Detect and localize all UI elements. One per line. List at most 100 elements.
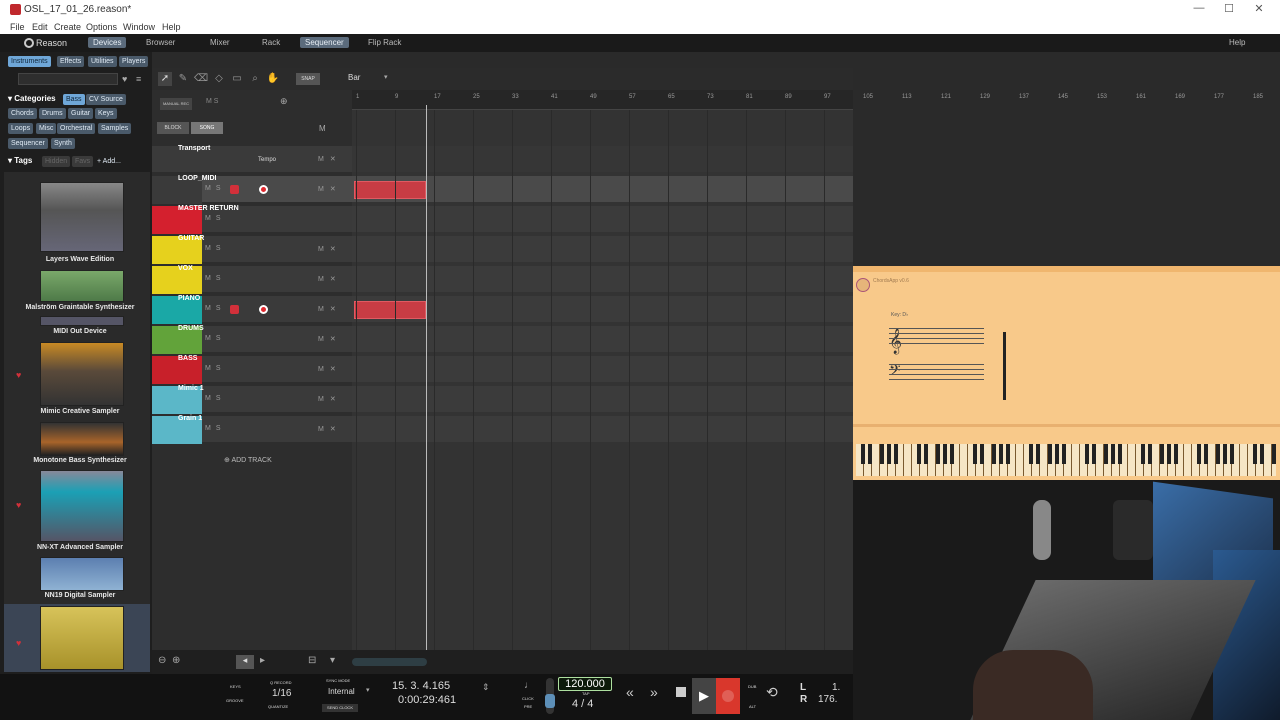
pill-chords[interactable]: Chords	[8, 108, 37, 119]
menu-options[interactable]: Options	[86, 22, 117, 32]
magnify-tool-icon[interactable]: ⌕	[248, 72, 262, 86]
pill-guitar[interactable]: Guitar	[68, 108, 94, 119]
pill-synth[interactable]: Synth	[51, 138, 75, 149]
mute-solo[interactable]: MS	[205, 395, 226, 402]
stop-icon[interactable]	[676, 687, 686, 697]
midi-clip[interactable]	[354, 301, 426, 319]
tab-devices[interactable]: Devices	[88, 37, 127, 48]
loop-view-icon[interactable]: ⊟	[308, 655, 316, 666]
tab-instruments[interactable]: Instruments	[8, 56, 51, 67]
favorite-heart-icon[interactable]: ♥	[16, 638, 21, 648]
loop-right-value[interactable]: 176.	[818, 694, 837, 705]
device-thumbnail-midi-out[interactable]	[40, 316, 124, 326]
song-toggle[interactable]: SONG	[191, 122, 223, 134]
tab-effects[interactable]: Effects	[57, 56, 85, 67]
play-icon[interactable]: ▶	[692, 678, 716, 714]
track-transport[interactable]: Transport Tempo M✕	[152, 145, 352, 174]
tab-browser[interactable]: Browser	[141, 37, 180, 48]
fast-forward-icon[interactable]: »	[650, 684, 658, 700]
track-mute-remove[interactable]: M✕	[318, 305, 342, 313]
add-track-icon[interactable]: ⊕	[280, 96, 288, 107]
rewind-icon[interactable]: «	[626, 684, 634, 700]
track-mute-remove[interactable]: M✕	[318, 425, 342, 433]
tempo-display[interactable]: 120.000	[558, 677, 612, 691]
click-level-knob[interactable]	[545, 694, 555, 708]
time-signature[interactable]: 4 / 4	[572, 698, 593, 710]
device-thumbnail-layers[interactable]	[40, 182, 124, 252]
pencil-tool-icon[interactable]: ✎	[176, 72, 190, 86]
menu-window[interactable]: Window	[123, 22, 155, 32]
mute-solo[interactable]: MS	[205, 245, 226, 252]
help-link[interactable]: Help	[1224, 37, 1250, 48]
device-thumbnail-mimic[interactable]	[40, 342, 124, 406]
tab-rack[interactable]: Rack	[257, 37, 285, 48]
track-mute-remove[interactable]: M✕	[318, 185, 342, 193]
mute-solo[interactable]: MS	[205, 305, 226, 312]
add-tag-button[interactable]: + Add...	[94, 156, 124, 167]
loop-icon[interactable]: ⟲	[766, 684, 778, 701]
track-bass[interactable]: BASS MS M✕	[152, 355, 352, 384]
record-enable-icon[interactable]	[230, 305, 239, 314]
filter-icon[interactable]: ▾	[330, 655, 335, 666]
block-toggle[interactable]: BLOCK	[157, 122, 189, 134]
device-thumbnail-monotone[interactable]	[40, 422, 124, 456]
arrow-tool-icon[interactable]: ➚	[158, 72, 172, 86]
track-mimic-1[interactable]: Mimic 1 MS M✕	[152, 385, 352, 414]
sync-mode-select[interactable]: Internal	[328, 687, 355, 696]
timeline-ruler[interactable]: 1 9 17 25 33 41 49 57 65 73 81 89 97 105 113 121 129 137 1…	[352, 90, 1263, 110]
stepper-icon[interactable]: ⇕	[482, 682, 490, 693]
tab-utilities[interactable]: Utilities	[88, 56, 117, 67]
track-piano[interactable]: PIANO MS M✕	[152, 295, 352, 324]
menu-file[interactable]: File	[10, 22, 25, 32]
pill-keys[interactable]: Keys	[95, 108, 117, 119]
pill-sequencer[interactable]: Sequencer	[8, 138, 48, 149]
arrow-left-icon[interactable]: ◂	[236, 655, 254, 669]
track-mute-remove[interactable]: M✕	[318, 395, 342, 403]
track-mute-remove[interactable]: M✕	[318, 275, 342, 283]
favorite-heart-icon[interactable]: ♥	[16, 370, 21, 380]
track-mute-remove[interactable]: M✕	[318, 365, 342, 373]
record-button[interactable]	[716, 678, 740, 714]
snap-value-select[interactable]: Bar	[348, 73, 360, 82]
razor-tool-icon[interactable]: ◇	[212, 72, 226, 86]
close-button[interactable]: ✕	[1244, 2, 1274, 18]
favorite-heart-icon[interactable]: ♥	[122, 74, 127, 84]
master-mute[interactable]: M	[319, 124, 326, 133]
mute-solo[interactable]: MS	[205, 185, 226, 192]
pill-loops[interactable]: Loops	[8, 123, 34, 134]
song-time[interactable]: 0:00:29:461	[398, 694, 456, 706]
manual-rec-button[interactable]: MANUAL REC	[160, 98, 192, 110]
track-drums[interactable]: DRUMS MS M✕	[152, 325, 352, 354]
pill-hidden[interactable]: Hidden	[42, 156, 71, 167]
track-mute-remove[interactable]: M✕	[318, 155, 342, 163]
mute-solo[interactable]: MS	[205, 335, 226, 342]
tab-players[interactable]: Players	[119, 56, 149, 67]
pill-bass[interactable]: Bass	[63, 94, 85, 105]
tab-flip-rack[interactable]: Flip Rack	[363, 37, 406, 48]
tab-mixer[interactable]: Mixer	[205, 37, 235, 48]
pill-cv-source[interactable]: CV Source	[86, 94, 126, 105]
track-mute-remove[interactable]: M✕	[318, 335, 342, 343]
track-vox[interactable]: VOX MS M✕	[152, 265, 352, 294]
list-view-icon[interactable]: ≡	[136, 74, 141, 84]
song-position-marker[interactable]	[426, 105, 427, 650]
device-thumbnail-nn-xt[interactable]	[40, 470, 124, 542]
search-input[interactable]	[18, 73, 118, 85]
favorite-heart-icon[interactable]: ♥	[16, 500, 21, 510]
minimize-button[interactable]: —	[1184, 2, 1214, 18]
eraser-tool-icon[interactable]: ⌫	[194, 72, 208, 86]
pill-samples[interactable]: Samples	[98, 123, 132, 134]
zoom-in-icon[interactable]: ⊕	[172, 655, 180, 666]
record-enable-icon[interactable]	[230, 185, 239, 194]
quantize-value[interactable]: 1/16	[272, 688, 291, 699]
chevron-down-icon[interactable]: ▾	[384, 73, 388, 81]
menu-create[interactable]: Create	[54, 22, 81, 32]
midi-clip[interactable]	[354, 181, 426, 199]
metronome-icon[interactable]: ♩	[524, 680, 534, 691]
mute-solo[interactable]: MS	[205, 425, 226, 432]
track-master-return[interactable]: MASTER RETURN MS	[152, 205, 352, 234]
hand-tool-icon[interactable]: ✋	[266, 72, 280, 86]
mute-tool-icon[interactable]: ▭	[230, 72, 244, 86]
record-arm-icon[interactable]	[259, 305, 268, 314]
pill-misc[interactable]: Misc	[36, 123, 57, 134]
